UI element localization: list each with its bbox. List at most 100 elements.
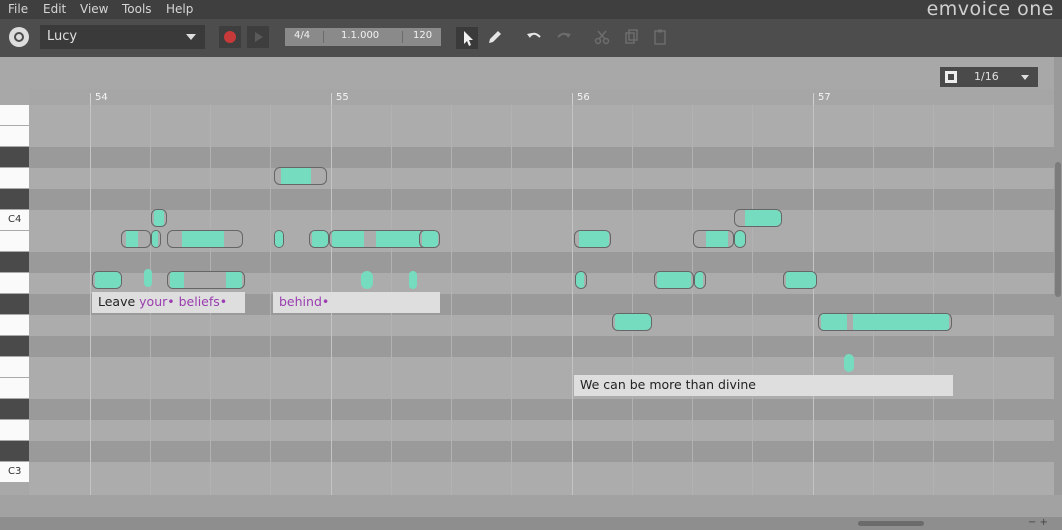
note[interactable] — [92, 271, 122, 289]
snap-toggle-icon[interactable] — [945, 71, 957, 83]
bar-line — [572, 105, 573, 495]
menu-view[interactable]: View — [80, 2, 108, 16]
bar-label: 57 — [818, 92, 831, 103]
note[interactable] — [167, 271, 245, 289]
piano-key[interactable] — [0, 336, 29, 357]
note[interactable] — [734, 230, 746, 248]
piano-key-c3[interactable]: C3 — [0, 462, 29, 483]
note[interactable] — [274, 167, 327, 185]
bar-line — [90, 105, 91, 495]
ruler-tick — [90, 93, 91, 105]
note[interactable] — [693, 230, 734, 248]
transport-display[interactable]: 4/4 1.1.000 120 — [285, 28, 441, 46]
piano-key[interactable] — [0, 357, 29, 378]
key-lane — [29, 147, 1054, 168]
piano-key[interactable] — [0, 105, 29, 126]
time-signature: 4/4 — [294, 30, 311, 41]
note[interactable] — [694, 271, 706, 289]
note[interactable] — [151, 209, 167, 227]
beat-line — [873, 105, 874, 495]
piano-key[interactable] — [0, 315, 29, 336]
scroll-thumb[interactable] — [858, 521, 924, 526]
key-lane — [29, 105, 1054, 126]
key-lane — [29, 399, 1054, 420]
key-lane — [29, 462, 1054, 483]
voice-select[interactable]: Lucy — [40, 25, 205, 49]
piano-key[interactable] — [0, 231, 29, 252]
piano-roll-grid[interactable]: 1/16 54 55 56 57 C4 C3 Leave your• belie… — [0, 57, 1062, 530]
pencil-tool-button[interactable] — [486, 28, 504, 46]
menu-file[interactable]: File — [8, 2, 28, 16]
key-lane — [29, 210, 1054, 231]
beat-line — [933, 105, 934, 495]
divider — [402, 31, 403, 43]
bar-ruler[interactable] — [29, 89, 1054, 105]
piano-key[interactable] — [0, 294, 29, 315]
record-button[interactable] — [219, 26, 241, 48]
note[interactable] — [574, 230, 611, 248]
horizontal-scrollbar[interactable]: − + — [0, 517, 1062, 530]
note[interactable] — [409, 271, 417, 289]
key-lane — [29, 336, 1054, 357]
pencil-icon — [489, 31, 501, 43]
note[interactable] — [274, 230, 284, 248]
key-label: C3 — [8, 466, 22, 477]
note[interactable] — [419, 230, 440, 248]
lyric-word: beliefs• — [174, 294, 228, 309]
note[interactable] — [734, 209, 782, 227]
piano-key[interactable] — [0, 441, 29, 462]
play-button[interactable] — [247, 26, 269, 48]
copy-button[interactable] — [622, 28, 640, 46]
piano-key[interactable] — [0, 147, 29, 168]
menu-tools[interactable]: Tools — [122, 2, 152, 16]
piano-key-c4[interactable]: C4 — [0, 210, 29, 231]
note[interactable] — [309, 230, 329, 248]
pointer-tool-button[interactable] — [456, 27, 478, 49]
snap-select[interactable]: 1/16 — [940, 67, 1038, 87]
note[interactable] — [612, 313, 652, 331]
note[interactable] — [575, 271, 587, 289]
note[interactable] — [783, 271, 817, 289]
zoom-controls[interactable]: − + — [1028, 517, 1048, 528]
note[interactable] — [844, 354, 854, 372]
note[interactable] — [167, 230, 243, 248]
vertical-scrollbar[interactable] — [1054, 57, 1062, 530]
undo-button[interactable] — [525, 28, 543, 46]
piano-key[interactable] — [0, 399, 29, 420]
piano-key[interactable] — [0, 273, 29, 294]
piano-key[interactable] — [0, 126, 29, 147]
piano-key[interactable] — [0, 168, 29, 189]
note[interactable] — [151, 230, 161, 248]
copy-icon — [625, 29, 638, 44]
note[interactable] — [818, 313, 952, 331]
lyric-block[interactable]: Leave your• beliefs• — [92, 292, 245, 313]
piano-key[interactable] — [0, 252, 29, 273]
voice-select-value: Lucy — [47, 29, 78, 44]
key-lane — [29, 126, 1054, 147]
note[interactable] — [361, 271, 373, 289]
note[interactable] — [121, 230, 151, 248]
undo-icon — [527, 32, 541, 38]
lyric-block[interactable]: We can be more than divine — [574, 375, 953, 396]
bar-label: 55 — [336, 92, 349, 103]
tempo-readout: 120 — [413, 30, 433, 41]
scissors-icon — [594, 30, 610, 45]
beat-line — [993, 105, 994, 495]
key-lane — [29, 420, 1054, 441]
paste-button[interactable] — [651, 28, 669, 46]
cut-button[interactable] — [593, 28, 611, 46]
lyric-block[interactable]: behind• — [273, 292, 440, 313]
redo-button[interactable] — [555, 28, 573, 46]
app-logo-icon[interactable] — [9, 27, 29, 47]
key-label: C4 — [8, 214, 22, 225]
note[interactable] — [144, 269, 152, 287]
clipboard-icon — [654, 29, 666, 45]
piano-key[interactable] — [0, 189, 29, 210]
menu-edit[interactable]: Edit — [43, 2, 66, 16]
note[interactable] — [654, 271, 694, 289]
piano-key[interactable] — [0, 378, 29, 399]
menu-help[interactable]: Help — [166, 2, 193, 16]
piano-key[interactable] — [0, 420, 29, 441]
scroll-thumb[interactable] — [1055, 162, 1061, 297]
beat-line — [270, 105, 271, 495]
